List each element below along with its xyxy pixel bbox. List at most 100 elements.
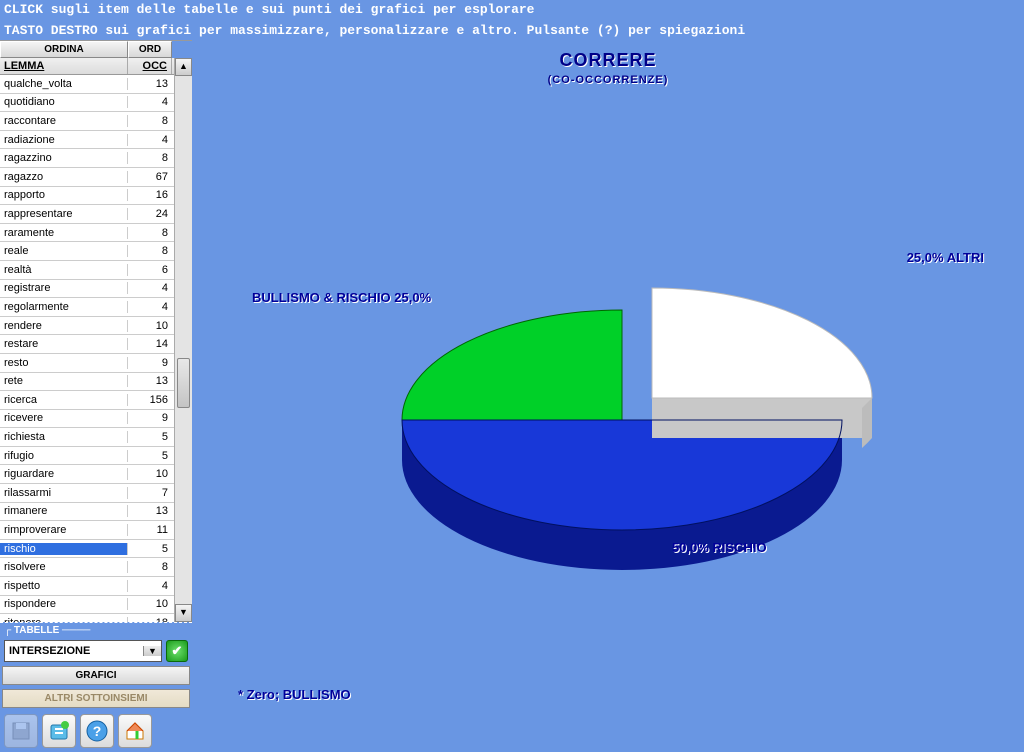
occ-cell: 5 (128, 543, 172, 555)
table-row[interactable]: rete13 (0, 373, 174, 392)
scroll-up-icon[interactable]: ▲ (175, 58, 192, 76)
lemma-cell: raramente (0, 227, 128, 239)
occ-cell: 10 (128, 468, 172, 480)
lemma-cell: rispetto (0, 580, 128, 592)
table-scrollbar[interactable]: ▲ ▼ (174, 58, 192, 622)
table-row[interactable]: rifugio5 (0, 447, 174, 466)
table-row[interactable]: registrare4 (0, 280, 174, 299)
table-row[interactable]: ricevere9 (0, 410, 174, 429)
occ-cell: 8 (128, 152, 172, 164)
table-row[interactable]: radiazione4 (0, 131, 174, 150)
table-row[interactable]: raccontare8 (0, 112, 174, 131)
header-lemma[interactable]: LEMMA (0, 58, 128, 74)
lemma-cell: riguardare (0, 468, 128, 480)
table-row[interactable]: restare14 (0, 335, 174, 354)
lemma-cell: ricerca (0, 394, 128, 406)
table-row[interactable]: ragazzo67 (0, 168, 174, 187)
occ-cell: 8 (128, 115, 172, 127)
tabelle-combo[interactable]: INTERSEZIONE ▼ (4, 640, 162, 662)
table-row[interactable]: resto9 (0, 354, 174, 373)
pie-label-altri: 25,0% ALTRI (907, 250, 984, 265)
home-icon-button[interactable] (118, 714, 152, 748)
lemma-cell: ragazzino (0, 152, 128, 164)
table-row[interactable]: raramente8 (0, 224, 174, 243)
pie-chart[interactable] (192, 60, 1012, 660)
occ-cell: 8 (128, 245, 172, 257)
table-row[interactable]: reale8 (0, 242, 174, 261)
table-row[interactable]: richiesta5 (0, 428, 174, 447)
lemma-cell: rifugio (0, 450, 128, 462)
lemma-cell: ragazzo (0, 171, 128, 183)
lemma-cell: richiesta (0, 431, 128, 443)
occ-cell: 6 (128, 264, 172, 276)
table-row[interactable]: ricerca156 (0, 391, 174, 410)
lemma-cell: rischio (0, 543, 128, 555)
grafici-button[interactable]: GRAFICI (2, 666, 190, 685)
table-row[interactable]: rimproverare11 (0, 521, 174, 540)
lemma-cell: rendere (0, 320, 128, 332)
lemma-cell: rete (0, 375, 128, 387)
table-row[interactable]: rilassarmi7 (0, 484, 174, 503)
altri-sottoinsiemi-button[interactable]: ALTRI SOTTOINSIEMI (2, 689, 190, 708)
occ-cell: 9 (128, 412, 172, 424)
save-icon-button[interactable] (4, 714, 38, 748)
chart-area[interactable]: CORRERE (CO-OCCORRENZE) (192, 40, 1024, 728)
lemma-cell: rapporto (0, 189, 128, 201)
sidebar: ORDINA ORD LEMMA OCC qualche_volta13quot… (0, 40, 192, 728)
lemma-cell: reale (0, 245, 128, 257)
bottom-toolbar: ? (0, 710, 192, 752)
table-row[interactable]: risolvere8 (0, 558, 174, 577)
lemma-cell: restare (0, 338, 128, 350)
apply-button[interactable]: ✔ (166, 640, 188, 662)
table-row[interactable]: ragazzino8 (0, 149, 174, 168)
occ-cell: 5 (128, 450, 172, 462)
occ-cell: 13 (128, 375, 172, 387)
table-row[interactable]: regolarmente4 (0, 298, 174, 317)
chevron-down-icon[interactable]: ▼ (143, 646, 161, 656)
pie-label-bullismo: BULLISMO & RISCHIO 25,0% (252, 290, 431, 305)
occ-cell: 8 (128, 561, 172, 573)
lemma-cell: ricevere (0, 412, 128, 424)
lemma-cell: resto (0, 357, 128, 369)
chart-footnote: * Zero; BULLISMO (238, 687, 351, 702)
lemma-cell: rimanere (0, 505, 128, 517)
table-row[interactable]: ritenere18 (0, 614, 174, 622)
occ-cell: 67 (128, 171, 172, 183)
help-icon-button[interactable]: ? (80, 714, 114, 748)
occ-cell: 11 (128, 524, 172, 536)
table-row[interactable]: qualche_volta13 (0, 75, 174, 94)
table-row[interactable]: rapporto16 (0, 187, 174, 206)
table-row[interactable]: rischio5 (0, 540, 174, 559)
table-row[interactable]: rimanere13 (0, 503, 174, 522)
table-row[interactable]: rendere10 (0, 317, 174, 336)
table-row[interactable]: quotidiano4 (0, 94, 174, 113)
table-row[interactable]: rappresentare24 (0, 205, 174, 224)
ord-button[interactable]: ORD (128, 41, 172, 58)
table-row[interactable]: rispondere10 (0, 596, 174, 615)
occ-cell: 4 (128, 580, 172, 592)
lemma-table[interactable]: LEMMA OCC qualche_volta13quotidiano4racc… (0, 58, 174, 622)
occ-cell: 14 (128, 338, 172, 350)
lemma-cell: risolvere (0, 561, 128, 573)
header-occ[interactable]: OCC (128, 58, 172, 74)
scroll-thumb[interactable] (177, 358, 190, 408)
occ-cell: 13 (128, 78, 172, 90)
lemma-cell: raccontare (0, 115, 128, 127)
lemma-cell: registrare (0, 282, 128, 294)
table-row[interactable]: riguardare10 (0, 465, 174, 484)
lemma-cell: rimproverare (0, 524, 128, 536)
lemma-cell: rilassarmi (0, 487, 128, 499)
scroll-down-icon[interactable]: ▼ (175, 604, 192, 622)
lemma-cell: regolarmente (0, 301, 128, 313)
occ-cell: 5 (128, 431, 172, 443)
table-row[interactable]: realtà6 (0, 261, 174, 280)
occ-cell: 4 (128, 96, 172, 108)
tabelle-combo-value: INTERSEZIONE (5, 645, 143, 657)
occ-cell: 9 (128, 357, 172, 369)
lemma-cell: qualche_volta (0, 78, 128, 90)
occ-cell: 10 (128, 598, 172, 610)
ordina-button[interactable]: ORDINA (0, 41, 128, 58)
export-icon-button[interactable] (42, 714, 76, 748)
table-row[interactable]: rispetto4 (0, 577, 174, 596)
svg-text:?: ? (93, 723, 102, 739)
